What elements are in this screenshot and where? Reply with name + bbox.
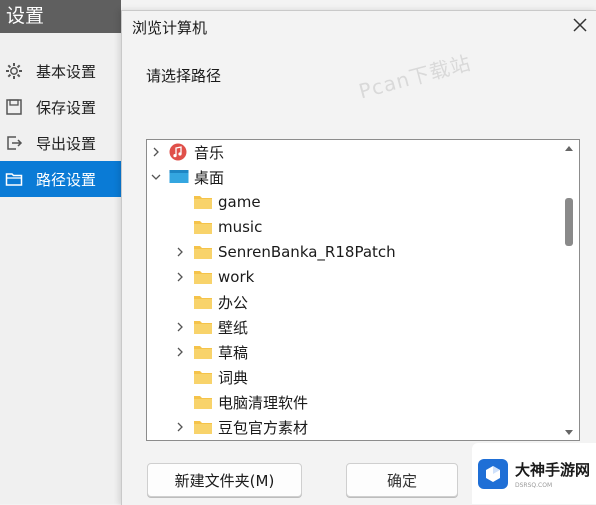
folder-icon — [193, 269, 213, 285]
tree-row-label: work — [218, 268, 255, 286]
tree-row-folder[interactable]: music — [173, 215, 579, 239]
sidebar-item-export-settings[interactable]: 导出设置 — [0, 125, 121, 161]
folder-icon — [193, 219, 213, 235]
tree-row-folder[interactable]: 豆包官方素材 — [173, 415, 579, 439]
chevron-right-icon[interactable] — [149, 145, 163, 159]
tree-row-folder[interactable]: SenrenBanka_R18Patch — [173, 240, 579, 264]
tree-row-label: 办公 — [218, 293, 249, 312]
tree-row-label: music — [218, 218, 263, 236]
close-button[interactable] — [563, 11, 596, 43]
sidebar-item-label: 保存设置 — [36, 98, 97, 117]
tree-row-music[interactable]: 音乐 — [149, 140, 561, 164]
logo-domain: DSRSQ.COM — [515, 481, 553, 489]
tree-row-folder[interactable]: 电脑清理软件 — [173, 390, 579, 414]
tree-row-folder[interactable]: 办公 — [173, 290, 579, 314]
folder-icon — [193, 194, 213, 210]
tree-row-folder[interactable]: 草稿 — [173, 340, 579, 364]
export-icon — [4, 133, 24, 153]
logo-mark-icon — [478, 458, 508, 489]
site-logo: 大神手游网 DSRSQ.COM — [472, 443, 596, 504]
chevron-right-icon[interactable] — [173, 270, 187, 284]
chevron-right-icon[interactable] — [173, 320, 187, 334]
tree-row-folder[interactable]: game — [173, 190, 579, 214]
sidebar-item-label: 导出设置 — [36, 134, 97, 153]
chevron-placeholder — [173, 195, 187, 209]
chevron-right-icon[interactable] — [173, 420, 187, 434]
tree-row-folder[interactable]: work — [173, 265, 579, 289]
chevron-placeholder — [173, 220, 187, 234]
scroll-down-icon[interactable] — [563, 427, 575, 437]
tree-row-label: 音乐 — [194, 143, 225, 162]
tree-row-label: 草稿 — [218, 343, 249, 362]
tree-row-folder[interactable]: 词典 — [173, 365, 579, 389]
browse-computer-dialog: 浏览计算机 请选择路径 Pcan下载站 音乐 桌面 game music Sen… — [121, 10, 596, 505]
folder-icon — [193, 344, 213, 360]
watermark: Pcan下载站 — [356, 50, 474, 104]
sidebar-item-label: 路径设置 — [36, 170, 97, 189]
chevron-right-icon[interactable] — [173, 245, 187, 259]
tree-row-desktop[interactable]: 桌面 — [149, 165, 561, 189]
dialog-prompt: 请选择路径 — [146, 67, 222, 85]
chevron-placeholder — [173, 295, 187, 309]
sidebar-item-path-settings[interactable]: 路径设置 — [0, 161, 121, 197]
settings-sidebar: 基本设置 保存设置 导出设置 路径设置 — [0, 33, 121, 504]
close-icon — [573, 18, 587, 36]
chevron-placeholder — [173, 370, 187, 384]
tree-row-folder[interactable]: 壁纸 — [173, 315, 579, 339]
folder-icon — [193, 294, 213, 310]
folder-icon — [193, 394, 213, 410]
sidebar-item-basic-settings[interactable]: 基本设置 — [0, 53, 121, 89]
folder-icon — [193, 319, 213, 335]
tree-row-label: 壁纸 — [218, 318, 249, 337]
new-folder-button[interactable]: 新建文件夹(M) — [147, 463, 302, 497]
dialog-title: 浏览计算机 — [132, 19, 208, 37]
scrollbar-thumb[interactable] — [565, 198, 573, 246]
chevron-right-icon[interactable] — [173, 345, 187, 359]
gear-icon — [4, 61, 24, 81]
folder-icon — [193, 419, 213, 435]
sidebar-item-save-settings[interactable]: 保存设置 — [0, 89, 121, 125]
folder-icon — [193, 369, 213, 385]
folder-icon — [4, 169, 24, 189]
settings-window-title: 设置 — [0, 0, 121, 33]
tree-row-label: SenrenBanka_R18Patch — [218, 243, 396, 261]
desktop-icon — [169, 169, 189, 185]
tree-row-label: 桌面 — [194, 166, 225, 188]
tree-row-label: 电脑清理软件 — [218, 393, 309, 412]
chevron-placeholder — [173, 395, 187, 409]
music-icon — [169, 143, 189, 161]
chevron-down-icon[interactable] — [149, 170, 163, 184]
scroll-up-icon[interactable] — [563, 143, 575, 153]
tree-row-label: 词典 — [218, 368, 249, 387]
folder-icon — [193, 244, 213, 260]
ok-button[interactable]: 确定 — [346, 463, 458, 497]
logo-name: 大神手游网 — [515, 460, 591, 479]
folder-tree[interactable]: 音乐 桌面 game music SenrenBanka_R18Patch wo — [146, 139, 580, 441]
save-icon — [4, 97, 24, 117]
tree-row-label: game — [218, 193, 261, 211]
sidebar-item-label: 基本设置 — [36, 62, 97, 81]
tree-row-label: 豆包官方素材 — [218, 418, 309, 437]
